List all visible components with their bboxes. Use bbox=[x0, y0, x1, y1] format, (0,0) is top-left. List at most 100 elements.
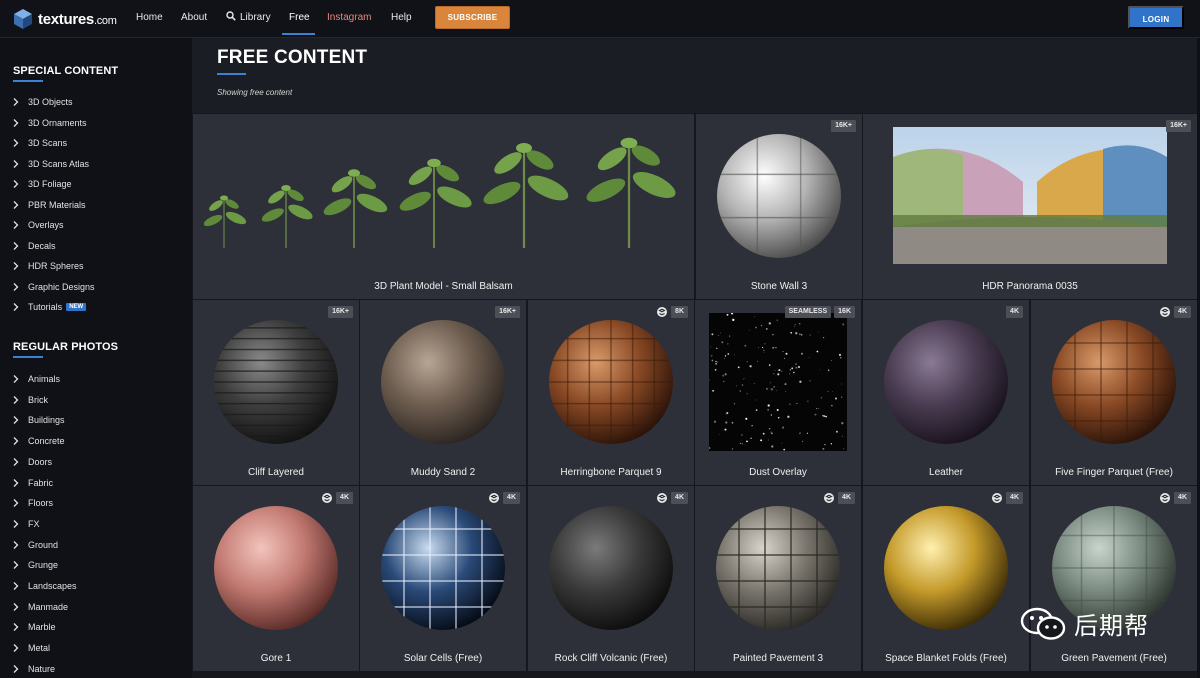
card-title: Dust Overlay bbox=[749, 467, 807, 478]
sidebar-item-label: Overlays bbox=[28, 220, 64, 230]
watermark: 后期帮 bbox=[1020, 606, 1149, 641]
card-title: Stone Wall 3 bbox=[750, 281, 808, 292]
sidebar-item[interactable]: Concrete bbox=[13, 434, 65, 448]
chevron-right-icon bbox=[13, 664, 19, 673]
sidebar-item[interactable]: Overlays bbox=[13, 218, 64, 232]
card-title: Green Pavement (Free) bbox=[1061, 653, 1167, 664]
card-thumbnail bbox=[1031, 300, 1197, 463]
sidebar-item[interactable]: Metal bbox=[13, 641, 50, 655]
sidebar-item-label: Graphic Designs bbox=[28, 281, 95, 292]
sidebar-item-label: Doors bbox=[28, 456, 53, 467]
nav-library[interactable]: Library bbox=[226, 0, 271, 36]
nav-about[interactable]: About bbox=[181, 0, 207, 36]
sidebar-item-label: Concrete bbox=[28, 436, 65, 447]
texture-card[interactable]: 16K+ HDR Panorama 0035 bbox=[863, 114, 1197, 299]
watermark-text: 后期帮 bbox=[1074, 613, 1149, 640]
texture-card[interactable]: 8K Herringbone Parquet 9 bbox=[528, 300, 694, 485]
sidebar-item[interactable]: Decals bbox=[13, 239, 56, 253]
hdr-panorama-image bbox=[893, 127, 1167, 264]
subscribe-button[interactable]: SUBSCRIBE bbox=[435, 6, 510, 29]
special-content-heading: SPECIAL CONTENT bbox=[13, 65, 119, 77]
plant-models-image bbox=[203, 137, 676, 248]
material-sphere bbox=[884, 319, 1008, 444]
sidebar-item[interactable]: Fabric bbox=[13, 476, 53, 490]
sidebar-item[interactable]: Manmade bbox=[13, 600, 68, 614]
texture-card[interactable]: 3D Plant Model - Small Balsam bbox=[193, 114, 694, 299]
card-badges: 4K bbox=[1006, 306, 1023, 318]
card-thumbnail bbox=[193, 486, 359, 649]
texture-card[interactable]: 16K+ Stone Wall 3 bbox=[696, 114, 862, 299]
sidebar-item[interactable]: Floors bbox=[13, 496, 53, 510]
nav-help[interactable]: Help bbox=[391, 0, 412, 36]
card-badges: 16K+ bbox=[328, 306, 353, 318]
sidebar-item-label: Nature bbox=[28, 663, 56, 674]
texture-card[interactable]: 4K Rock Cliff Volcanic (Free) bbox=[528, 486, 694, 671]
texture-card[interactable]: SEAMLESS 16K Dust Overlay bbox=[695, 300, 861, 485]
sidebar: SPECIAL CONTENT 3D Objects 3D Ornaments 3D… bbox=[0, 38, 192, 678]
resolution-badge: 4K bbox=[671, 492, 688, 504]
sidebar-item-label: Marble bbox=[28, 622, 56, 633]
subscriber-icon bbox=[657, 307, 668, 317]
sidebar-item-label: 3D Ornaments bbox=[28, 117, 87, 128]
resolution-badge: 4K bbox=[1006, 306, 1023, 318]
regular-photos-heading: REGULAR PHOTOS bbox=[13, 341, 119, 353]
chevron-right-icon bbox=[13, 221, 19, 229]
sidebar-item[interactable]: 3D Ornaments bbox=[13, 116, 87, 130]
login-button[interactable]: LOGIN bbox=[1128, 6, 1184, 29]
sidebar-item-label: FX bbox=[28, 518, 40, 529]
nav-home[interactable]: Home bbox=[136, 0, 163, 36]
sidebar-item[interactable]: Brick bbox=[13, 393, 48, 407]
material-sphere bbox=[549, 319, 673, 444]
chevron-right-icon bbox=[13, 395, 19, 404]
sidebar-item[interactable]: Ground bbox=[13, 538, 58, 552]
texture-card[interactable]: 16K+ Muddy Sand 2 bbox=[360, 300, 526, 485]
texture-card[interactable]: 4K Gore 1 bbox=[193, 486, 359, 671]
sidebar-item[interactable]: Animals bbox=[13, 372, 60, 386]
texture-card[interactable]: 4K Space Blanket Folds (Free) bbox=[863, 486, 1029, 671]
card-title: Space Blanket Folds (Free) bbox=[885, 653, 1007, 664]
sidebar-item[interactable]: Graphic Designs bbox=[13, 280, 95, 294]
sidebar-item[interactable]: Tutorials NEW bbox=[13, 300, 87, 314]
card-title: Leather bbox=[929, 467, 963, 478]
nav-instagram[interactable]: Instagram bbox=[327, 0, 371, 36]
sidebar-item-label: 3D Objects bbox=[28, 97, 73, 107]
texture-card[interactable]: 16K+ Cliff Layered bbox=[193, 300, 359, 485]
logo-text: textures.com bbox=[38, 10, 117, 28]
texture-card[interactable]: 4K Solar Cells (Free) bbox=[360, 486, 526, 671]
chevron-right-icon bbox=[13, 416, 19, 425]
sidebar-item[interactable]: 3D Scans Atlas bbox=[13, 157, 89, 171]
card-thumbnail bbox=[863, 114, 1197, 277]
material-sphere bbox=[214, 505, 338, 630]
resolution-badge: 16K bbox=[834, 306, 855, 318]
sidebar-item[interactable]: 3D Objects bbox=[13, 95, 73, 109]
chevron-right-icon bbox=[13, 118, 19, 127]
sidebar-item[interactable]: Grunge bbox=[13, 558, 58, 572]
sidebar-item[interactable]: 3D Scans bbox=[13, 136, 67, 150]
material-sphere bbox=[549, 505, 673, 630]
sidebar-item[interactable]: Buildings bbox=[13, 413, 65, 427]
chevron-right-icon bbox=[13, 200, 19, 209]
sidebar-item[interactable]: Landscapes bbox=[13, 579, 77, 593]
sidebar-item[interactable]: Nature bbox=[13, 662, 55, 676]
material-sphere bbox=[884, 505, 1008, 630]
nav-free[interactable]: Free bbox=[289, 0, 310, 36]
sidebar-item[interactable]: PBR Materials bbox=[13, 198, 86, 212]
sidebar-item-label: Grunge bbox=[28, 560, 59, 571]
sidebar-item-label: Landscapes bbox=[28, 581, 77, 591]
sidebar-item[interactable]: Marble bbox=[13, 620, 56, 634]
card-badges: 4K bbox=[823, 492, 855, 504]
card-title: HDR Panorama 0035 bbox=[982, 281, 1078, 292]
subscriber-icon bbox=[992, 493, 1003, 503]
subscriber-icon bbox=[489, 493, 500, 503]
resolution-badge: 16K+ bbox=[495, 306, 520, 318]
texture-card[interactable]: 4K Painted Pavement 3 bbox=[695, 486, 861, 671]
site-logo[interactable]: textures.com bbox=[12, 7, 117, 31]
sidebar-item[interactable]: 3D Foliage bbox=[13, 177, 72, 191]
texture-card[interactable]: 4K Leather bbox=[863, 300, 1029, 485]
texture-card[interactable]: 4K Green Pavement (Free) bbox=[1031, 486, 1197, 671]
texture-card[interactable]: 4K Five Finger Parquet (Free) bbox=[1031, 300, 1197, 485]
sidebar-item[interactable]: Doors bbox=[13, 455, 52, 469]
page-subtitle: Showing free content bbox=[217, 88, 293, 97]
sidebar-item[interactable]: FX bbox=[13, 517, 40, 531]
sidebar-item[interactable]: HDR Spheres bbox=[13, 259, 84, 273]
